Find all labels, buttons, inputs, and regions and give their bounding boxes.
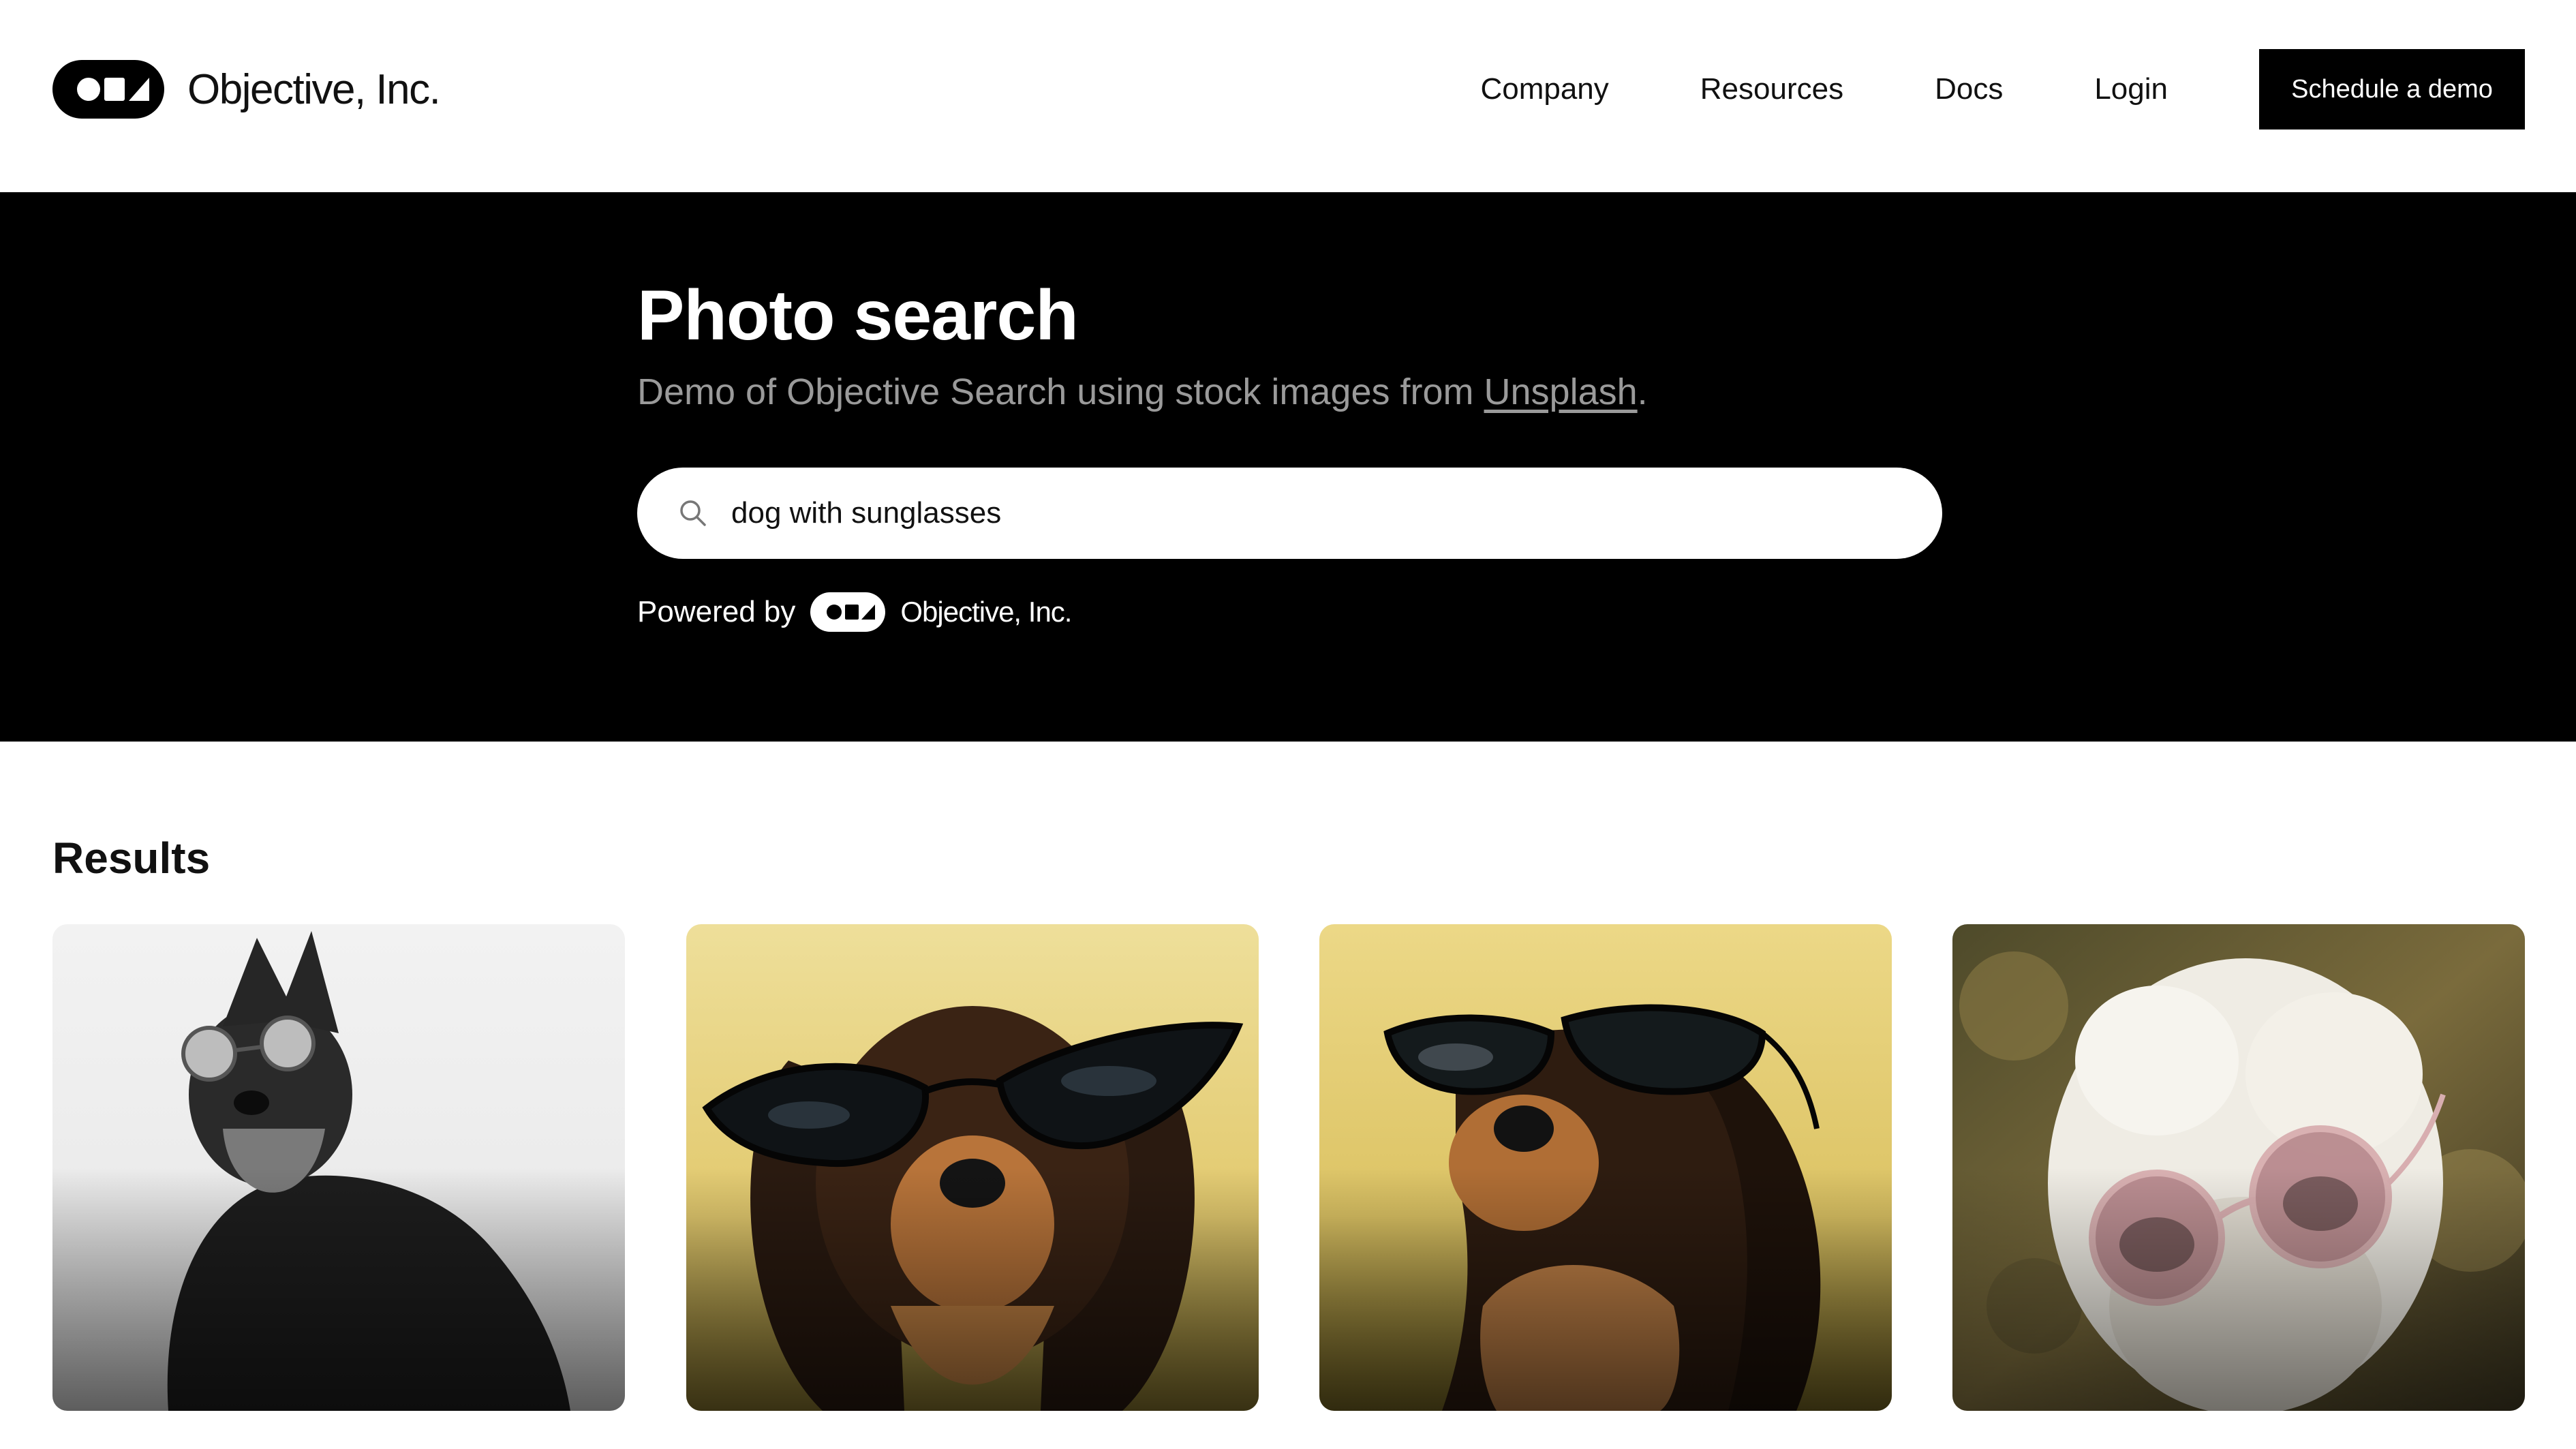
dog-photo <box>1952 924 2525 1411</box>
result-image-card[interactable] <box>1952 924 2525 1411</box>
result-image-card[interactable] <box>1319 924 1892 1411</box>
brand-logo[interactable]: Objective, Inc. <box>52 60 441 119</box>
search-input[interactable] <box>731 496 1890 530</box>
nav-link-resources[interactable]: Resources <box>1700 72 1843 106</box>
schedule-demo-button[interactable]: Schedule a demo <box>2259 49 2525 129</box>
result-image-card[interactable] <box>686 924 1259 1411</box>
powered-by: Powered by Objective, Inc. <box>637 592 1072 632</box>
subtitle-text: Demo of Objective Search using stock ima… <box>637 371 1484 412</box>
nav-link-company[interactable]: Company <box>1480 72 1608 106</box>
objective-logo-icon <box>52 60 164 119</box>
top-nav: Objective, Inc. Company Resources Docs L… <box>0 0 2576 192</box>
search-icon <box>680 500 706 526</box>
nav-link-login[interactable]: Login <box>2094 72 2168 106</box>
dog-photo <box>686 924 1259 1411</box>
hero-section: Photo search Demo of Objective Search us… <box>0 192 2576 742</box>
result-image-card[interactable] <box>52 924 625 1411</box>
brand-name: Objective, Inc. <box>187 65 441 113</box>
dog-photo <box>52 924 625 1411</box>
powered-by-label: Powered by <box>637 595 796 628</box>
search-bar[interactable] <box>637 468 1942 559</box>
page-title: Photo search <box>637 276 1079 355</box>
dog-photo <box>1319 924 1892 1411</box>
unsplash-link[interactable]: Unsplash <box>1484 371 1638 412</box>
nav-link-docs[interactable]: Docs <box>1935 72 2003 106</box>
subtitle-period: . <box>1637 371 1648 412</box>
main-nav: Company Resources Docs Login Schedule a … <box>1480 49 2525 129</box>
objective-logo-icon <box>810 592 886 632</box>
page-subtitle: Demo of Objective Search using stock ima… <box>637 371 1648 413</box>
results-heading: Results <box>52 834 211 883</box>
results-grid <box>52 924 2525 1411</box>
powered-by-name: Objective, Inc. <box>900 596 1072 628</box>
